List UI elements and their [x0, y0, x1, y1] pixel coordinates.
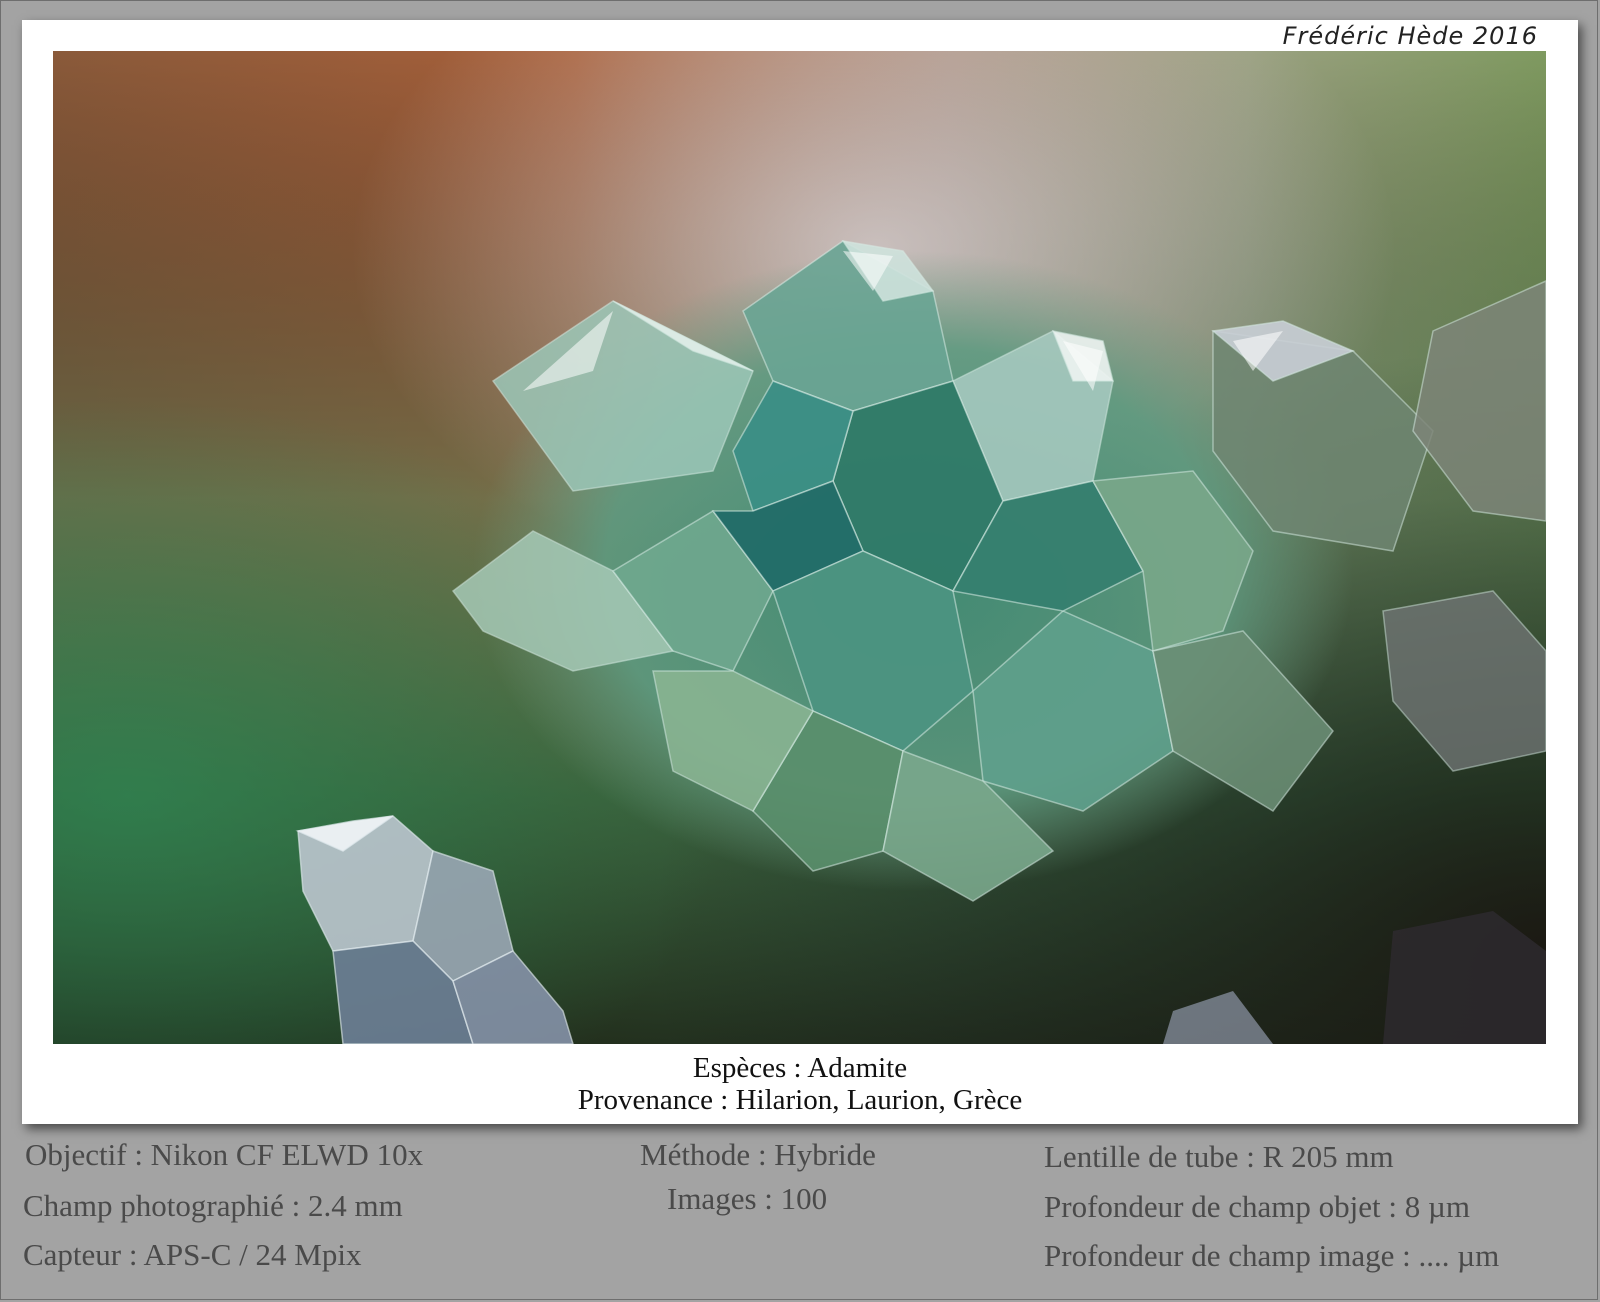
images-spec: Images : 100	[667, 1181, 828, 1216]
method-spec: Méthode : Hybride	[640, 1137, 876, 1172]
species-caption: Espèces : Adamite	[692, 1052, 908, 1084]
dof-image-spec: Profondeur de champ image : .... µm	[1044, 1238, 1500, 1273]
crystal-illustration	[53, 51, 1546, 1044]
sensor-spec: Capteur : APS-C / 24 Mpix	[23, 1237, 362, 1272]
photographer-signature: Frédéric Hède 2016	[1282, 22, 1538, 50]
mineral-photo	[53, 51, 1546, 1044]
tube-lens-spec: Lentille de tube : R 205 mm	[1044, 1139, 1394, 1174]
objective-spec: Objectif : Nikon CF ELWD 10x	[25, 1137, 424, 1172]
field-spec: Champ photographié : 2.4 mm	[23, 1188, 403, 1223]
origin-caption: Provenance : Hilarion, Laurion, Grèce	[577, 1084, 1023, 1116]
dof-object-spec: Profondeur de champ objet : 8 µm	[1044, 1189, 1470, 1224]
